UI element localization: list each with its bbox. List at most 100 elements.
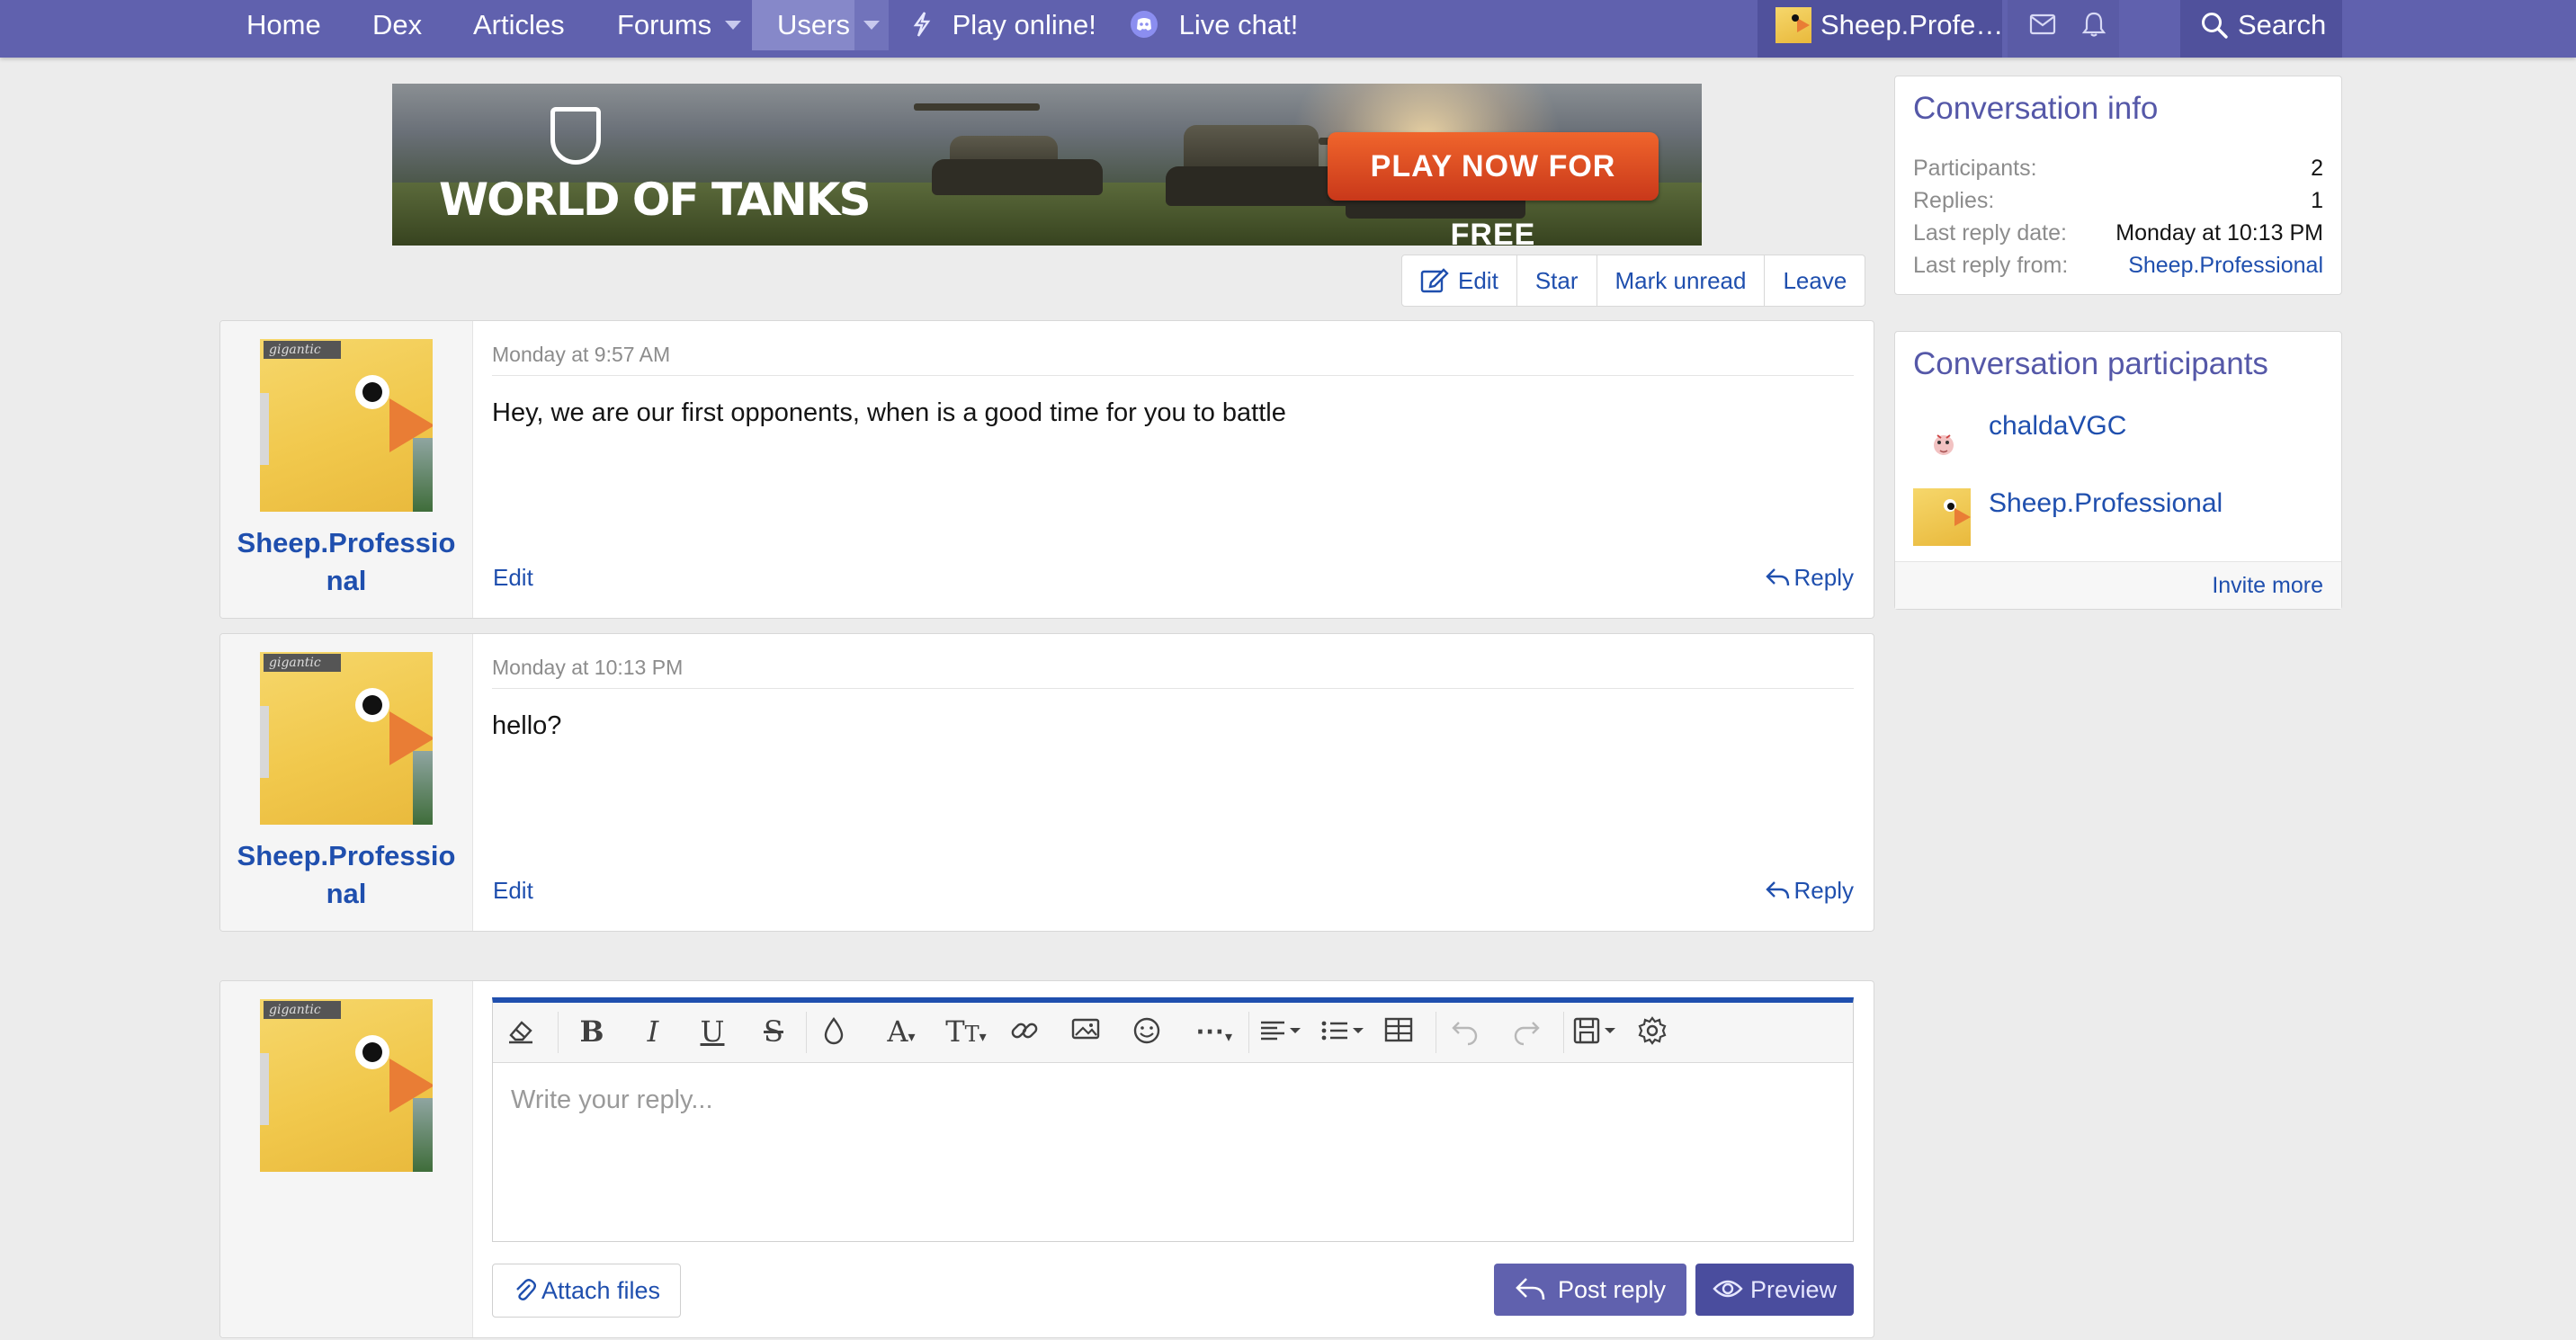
preview-label: Preview: [1749, 1276, 1838, 1303]
avatar-tag: gigantic: [264, 654, 341, 672]
info-label: Replies:: [1913, 188, 1995, 213]
leave-button[interactable]: Leave: [1765, 255, 1865, 306]
bold-icon[interactable]: B: [574, 1015, 610, 1048]
nav-forums-dropdown[interactable]: [725, 0, 741, 50]
edit-conversation-button[interactable]: Edit: [1402, 255, 1517, 306]
message-reply-link[interactable]: Reply: [1765, 564, 1854, 592]
tank-image: [932, 159, 1103, 195]
avatar-background: [413, 1098, 433, 1172]
toolbar-separator: [558, 1012, 559, 1053]
message-timestamp[interactable]: Monday at 10:13 PM: [492, 656, 683, 680]
bell-icon[interactable]: [2081, 11, 2106, 38]
drafts-icon[interactable]: [1572, 1015, 1623, 1048]
username-line: nal: [326, 878, 367, 909]
reply-input[interactable]: Write your reply...: [511, 1085, 713, 1115]
participants-footer: Invite more: [1895, 561, 2341, 609]
smilie-icon[interactable]: [1131, 1015, 1167, 1048]
world-of-tanks-emblem: [550, 107, 601, 165]
post-reply-button[interactable]: Post reply: [1494, 1264, 1686, 1316]
advertisement-banner[interactable]: WORLD OF TANKS PLAY NOW FOR FREE: [392, 84, 1702, 246]
info-row-replies: Replies: 1: [1913, 184, 2323, 217]
align-icon[interactable]: [1257, 1015, 1308, 1048]
message-divider: [492, 375, 1854, 376]
info-value: 2: [2311, 156, 2323, 181]
invite-more-link[interactable]: Invite more: [2212, 573, 2323, 599]
participant-avatar: [1913, 411, 1971, 469]
message-edit-link[interactable]: Edit: [493, 877, 533, 905]
account-menu[interactable]: Sheep.Profe…: [1758, 0, 2004, 58]
nav-live-chat-label: Live chat!: [1178, 9, 1299, 40]
tank-image: [1166, 166, 1355, 206]
star-button[interactable]: Star: [1517, 255, 1597, 306]
table-icon[interactable]: [1383, 1015, 1419, 1048]
message-edit-link[interactable]: Edit: [493, 564, 533, 592]
last-reply-user-link[interactable]: Sheep.Professional: [2128, 249, 2323, 281]
avatar[interactable]: gigantic: [260, 652, 433, 825]
inbox-icon[interactable]: [2029, 13, 2056, 36]
reply-icon: [1765, 880, 1791, 901]
username-line: Sheep.Professio: [237, 527, 456, 558]
info-value[interactable]: Monday at 10:13 PM: [2115, 217, 2323, 249]
info-label: Last reply from:: [1913, 253, 2069, 278]
account-avatar: [1775, 7, 1811, 43]
link-icon[interactable]: [1009, 1015, 1045, 1048]
username-line: Sheep.Professio: [237, 840, 456, 871]
strikethrough-icon[interactable]: S: [756, 1015, 792, 1048]
message-username[interactable]: Sheep.Professio nal: [220, 524, 472, 600]
nav-users-dropdown[interactable]: [854, 0, 889, 50]
more-options-icon[interactable]: ···▾: [1189, 1015, 1239, 1048]
search-label: Search: [2238, 9, 2327, 40]
account-name: Sheep.Profe…: [1820, 9, 2004, 40]
attach-files-button[interactable]: Attach files: [492, 1264, 682, 1318]
nav-home[interactable]: Home: [246, 0, 321, 50]
list-icon[interactable]: [1319, 1015, 1369, 1048]
avatar-background: [413, 438, 433, 512]
text-color-icon[interactable]: [820, 1015, 856, 1048]
reply-icon: [1515, 1275, 1547, 1302]
nav-forums[interactable]: Forums: [617, 0, 711, 50]
nav-dex[interactable]: Dex: [372, 0, 422, 50]
search-button[interactable]: Search: [2180, 0, 2342, 58]
participants-title: Conversation participants: [1913, 346, 2268, 381]
quick-reply: gigantic B I U S A▾ TT▾ ···▾ Write your …: [219, 980, 1874, 1338]
font-size-icon[interactable]: TT▾: [939, 1015, 993, 1048]
gear-icon[interactable]: [1637, 1015, 1673, 1048]
conversation-info-card: Conversation info Participants: 2 Replie…: [1894, 76, 2342, 295]
avatar-eye: [355, 375, 389, 409]
play-now-button[interactable]: PLAY NOW FOR FREE: [1328, 132, 1659, 246]
clear-formatting-icon[interactable]: [505, 1015, 541, 1048]
reply-label: Reply: [1793, 564, 1854, 591]
eye-icon: [1713, 1278, 1743, 1300]
mark-unread-button[interactable]: Mark unread: [1597, 255, 1766, 306]
undo-icon[interactable]: [1450, 1015, 1486, 1048]
italic-icon[interactable]: I: [635, 1015, 671, 1048]
banner-brand: WORLD OF TANKS: [439, 174, 872, 226]
nav-play-online[interactable]: Play online!: [910, 0, 1096, 50]
showdown-icon: [910, 11, 934, 38]
nav-live-chat[interactable]: Live chat!: [1130, 0, 1298, 50]
tank-image: [914, 103, 1040, 111]
attach-files-label: Attach files: [541, 1277, 661, 1304]
avatar-background: [260, 393, 269, 465]
conversation-actions: Edit Star Mark unread Leave: [1401, 255, 1866, 307]
rich-text-editor: B I U S A▾ TT▾ ···▾ Write your reply...: [492, 997, 1854, 1242]
nav-articles[interactable]: Articles: [473, 0, 565, 50]
chevron-down-icon: [725, 20, 741, 30]
image-icon[interactable]: [1070, 1015, 1106, 1048]
editor-toolbar: B I U S A▾ TT▾ ···▾: [493, 1003, 1853, 1063]
font-family-icon[interactable]: A▾: [876, 1015, 926, 1048]
message-reply-link[interactable]: Reply: [1765, 877, 1854, 905]
redo-icon[interactable]: [1511, 1015, 1547, 1048]
edit-icon: [1420, 266, 1449, 293]
conversation-participants-card: Conversation participants chaldaVGC Shee…: [1894, 331, 2342, 610]
toolbar-separator: [1248, 1012, 1249, 1053]
nav-play-online-label: Play online!: [952, 9, 1096, 40]
message-timestamp[interactable]: Monday at 9:57 AM: [492, 343, 670, 367]
avatar[interactable]: gigantic: [260, 339, 433, 512]
preview-button[interactable]: Preview: [1695, 1264, 1854, 1316]
message-username[interactable]: Sheep.Professio nal: [220, 837, 472, 913]
alerts-group: [2008, 0, 2119, 58]
underline-icon[interactable]: U: [694, 1015, 730, 1048]
info-label: Participants:: [1913, 156, 2037, 181]
discord-icon: [1130, 10, 1158, 39]
